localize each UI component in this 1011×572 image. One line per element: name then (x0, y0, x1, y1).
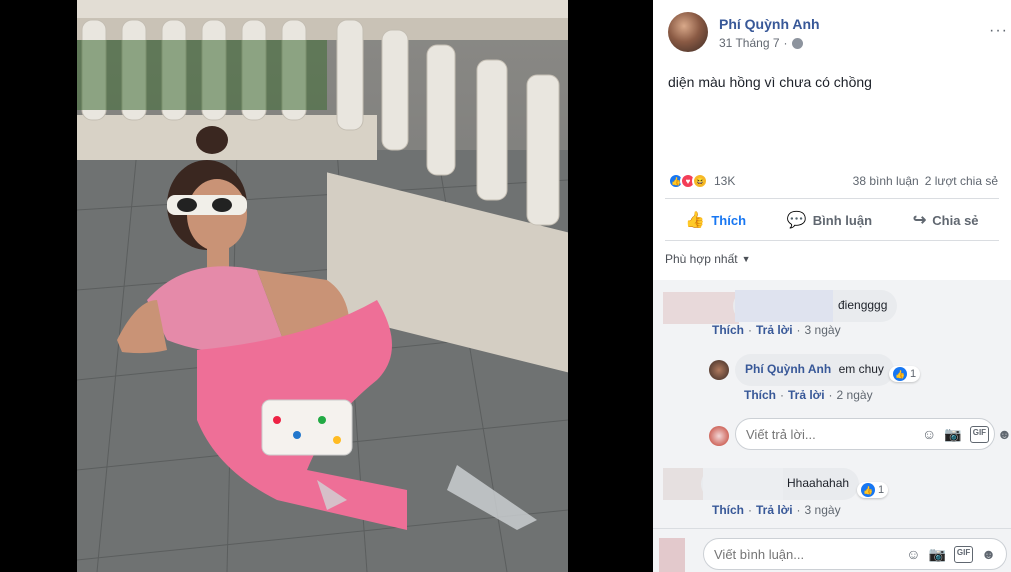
more-icon[interactable]: ··· (989, 22, 1008, 40)
viewer-avatar-blurred (659, 538, 685, 572)
like-icon: 👍 (685, 212, 706, 229)
comment-item: Hhaahahah 👍 1 Thích · Trả lời · 3 ngày (653, 462, 1011, 532)
sticker-icon[interactable]: ☻ (997, 426, 1011, 443)
comment-input-box: ☺ 📷 GIF ☻ (703, 538, 1007, 570)
comment-time[interactable]: 3 ngày (805, 503, 841, 517)
comments-section: điengggg Thích · Trả lời · 3 ngày Phí Qu… (653, 280, 1011, 572)
viewer-avatar (709, 426, 729, 446)
comment-reply-link[interactable]: Trả lời (756, 323, 793, 337)
share-count[interactable]: 2 lượt chia sẻ (925, 174, 998, 188)
like-reaction-icon: 👍 (861, 483, 875, 497)
author-name[interactable]: Phí Quỳnh Anh (719, 16, 820, 32)
comment-sort-dropdown[interactable]: Phù hợp nhất ▼ (665, 252, 751, 266)
reply-input-icons: ☺ 📷 GIF ☻ (922, 425, 1011, 443)
post-date[interactable]: 31 Tháng 7 (719, 36, 780, 50)
emoji-icon[interactable]: ☺ (922, 426, 936, 443)
share-button[interactable]: ↪ Chia sẻ (913, 210, 979, 230)
comment-icon: 💬 (786, 212, 807, 229)
comment-input-icons: ☺ 📷 GIF ☻ (906, 545, 996, 563)
comment-button[interactable]: 💬 Bình luận (787, 210, 872, 230)
comment-input[interactable] (714, 546, 907, 562)
photo-viewer (0, 0, 653, 572)
comment-item: điengggg Thích · Trả lời · 3 ngày (653, 280, 1011, 350)
comment-text: điengggg (838, 298, 888, 312)
commenter-name-blurred (735, 290, 833, 322)
reactions-summary[interactable]: 👍 ♥ 😆 13K 38 bình luận 2 lượt chia sẻ (668, 172, 998, 190)
commenter-avatar-blurred (663, 292, 739, 324)
reply-author-name[interactable]: Phí Quỳnh Anh (745, 362, 831, 376)
like-button[interactable]: 👍 Thích (685, 210, 746, 230)
photo-illustration (77, 0, 568, 572)
post-photo[interactable] (77, 0, 568, 572)
reply-author-avatar[interactable] (709, 360, 729, 380)
like-reaction-icon: 👍 (893, 367, 907, 381)
comment-bubble: Hhaahahah (701, 468, 860, 500)
author-avatar[interactable] (668, 12, 708, 52)
comment-like-link[interactable]: Thích (712, 323, 744, 337)
reaction-count[interactable]: 13K (714, 174, 735, 188)
gif-icon[interactable]: GIF (969, 425, 990, 443)
reply-input[interactable] (746, 426, 922, 442)
commenter-avatar-blurred (663, 468, 703, 500)
reply-reaction-count: 1 (910, 368, 917, 380)
camera-icon[interactable]: 📷 (928, 546, 945, 563)
comment-actions: Thích · Trả lời · 3 ngày (712, 323, 841, 337)
comment-reply-link[interactable]: Trả lời (756, 503, 793, 517)
reply-bubble: Phí Quỳnh Anh em chuy (735, 354, 894, 386)
reply-item: Phí Quỳnh Anh em chuy 👍 1 Thích · Trả lờ… (653, 352, 1011, 412)
comment-text: Hhaahahah (787, 476, 850, 490)
divider (665, 240, 999, 241)
share-icon: ↪ (912, 212, 927, 229)
comment-actions: Thích · Trả lời · 3 ngày (712, 503, 841, 517)
reply-text: em chuy (838, 362, 884, 376)
reply-actions: Thích · Trả lời · 2 ngày (744, 388, 873, 402)
reply-time[interactable]: 2 ngày (837, 388, 873, 402)
globe-icon[interactable] (791, 37, 803, 49)
post-header: Phí Quỳnh Anh 31 Tháng 7 · ··· (668, 12, 1008, 54)
reply-like-link[interactable]: Thích (744, 388, 776, 402)
post-side-panel: Phí Quỳnh Anh 31 Tháng 7 · ··· diện màu … (653, 0, 1011, 572)
divider (653, 528, 1011, 529)
share-label: Chia sẻ (932, 212, 979, 228)
emoji-icon[interactable]: ☺ (906, 546, 920, 563)
engagement-stats: 38 bình luận 2 lượt chia sẻ (853, 174, 998, 188)
divider (665, 198, 999, 199)
reaction-icons: 👍 ♥ 😆 (668, 173, 708, 189)
gif-icon[interactable]: GIF (953, 545, 974, 563)
reply-reactions[interactable]: 👍 1 (889, 366, 921, 382)
haha-reaction-icon: 😆 (692, 173, 708, 189)
comment-time[interactable]: 3 ngày (805, 323, 841, 337)
comment-like-link[interactable]: Thích (712, 503, 744, 517)
post-meta: 31 Tháng 7 · (719, 36, 803, 50)
reply-input-box: ☺ 📷 GIF ☻ (735, 418, 1011, 450)
sticker-icon[interactable]: ☻ (981, 546, 996, 563)
comment-reactions[interactable]: 👍 1 (857, 482, 889, 498)
camera-icon[interactable]: 📷 (944, 426, 961, 443)
comment-label: Bình luận (812, 212, 873, 228)
chevron-down-icon: ▼ (741, 254, 751, 264)
like-label: Thích (711, 212, 747, 228)
comment-bubble: điengggg (733, 290, 898, 322)
commenter-name-blurred (703, 468, 783, 500)
comment-count[interactable]: 38 bình luận (853, 174, 919, 188)
post-actions: 👍 Thích 💬 Bình luận ↪ Chia sẻ (665, 200, 999, 240)
post-text: diện màu hồng vì chưa có chồng (668, 74, 872, 90)
comment-reaction-count: 1 (878, 484, 885, 496)
sort-label: Phù hợp nhất (665, 252, 738, 266)
reply-reply-link[interactable]: Trả lời (788, 388, 825, 402)
